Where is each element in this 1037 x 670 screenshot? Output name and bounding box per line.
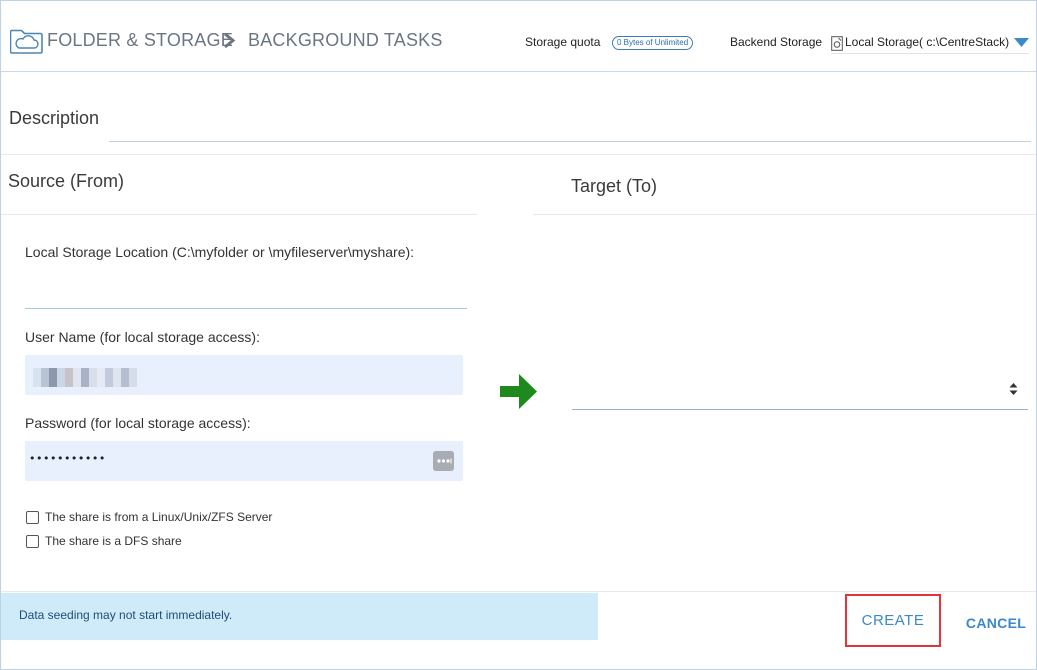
backend-select-underline xyxy=(831,53,1029,54)
cloud-folder-icon xyxy=(10,29,43,54)
section-divider xyxy=(1,154,1036,155)
create-button[interactable]: CREATE xyxy=(847,596,939,645)
source-divider xyxy=(1,214,477,215)
password-dots-icon[interactable] xyxy=(433,451,454,471)
breadcrumb-background-tasks: BACKGROUND TASKS xyxy=(248,30,443,50)
username-redacted-value xyxy=(33,368,137,387)
backend-storage-label: Backend Storage xyxy=(730,35,823,49)
dfs-share-label: The share is a DFS share xyxy=(45,534,182,548)
username-label: User Name (for local storage access): xyxy=(25,329,260,345)
linux-share-label: The share is from a Linux/Unix/ZFS Serve… xyxy=(45,510,273,524)
storage-quota-label: Storage quota xyxy=(525,35,601,49)
backend-storage-select[interactable]: Local Storage( c:\CentreStack) xyxy=(845,35,1009,49)
location-label: Local Storage Location (C:\myfolder or \… xyxy=(25,244,415,260)
caret-down-icon[interactable] xyxy=(1014,38,1029,47)
notice-text: Data seeding may not start immediately. xyxy=(19,608,233,622)
storage-quota-badge: 0 Bytes of Unlimited xyxy=(612,36,694,50)
password-value: ••••••••••• xyxy=(29,452,106,465)
linux-share-checkbox[interactable]: The share is from a Linux/Unix/ZFS Serve… xyxy=(26,510,272,524)
create-button-highlight: CREATE xyxy=(845,594,941,647)
description-input[interactable] xyxy=(109,95,1031,142)
arrow-right-icon xyxy=(500,374,537,409)
checkbox-box[interactable] xyxy=(26,510,39,524)
chevron-right-icon xyxy=(224,32,236,49)
footer-divider xyxy=(1,591,1036,592)
sort-arrows-icon[interactable] xyxy=(1009,383,1018,395)
storage-drive-icon xyxy=(831,36,843,51)
dfs-share-checkbox[interactable]: The share is a DFS share xyxy=(26,534,182,548)
checkbox-box[interactable] xyxy=(26,534,39,548)
password-label: Password (for local storage access): xyxy=(25,415,251,431)
source-title: Source (From) xyxy=(8,171,125,191)
breadcrumb-folder-storage[interactable]: FOLDER & STORAGE xyxy=(47,30,233,51)
target-divider xyxy=(533,214,1036,215)
target-select[interactable] xyxy=(572,369,1028,410)
location-input[interactable] xyxy=(25,270,467,309)
header-bar: FOLDER & STORAGE BACKGROUND TASKS Storag… xyxy=(1,1,1036,72)
notice-banner: Data seeding may not start immediately. xyxy=(1,593,598,640)
description-label: Description xyxy=(9,108,100,128)
target-title: Target (To) xyxy=(571,176,658,196)
cancel-button[interactable]: CANCEL xyxy=(958,610,1034,636)
